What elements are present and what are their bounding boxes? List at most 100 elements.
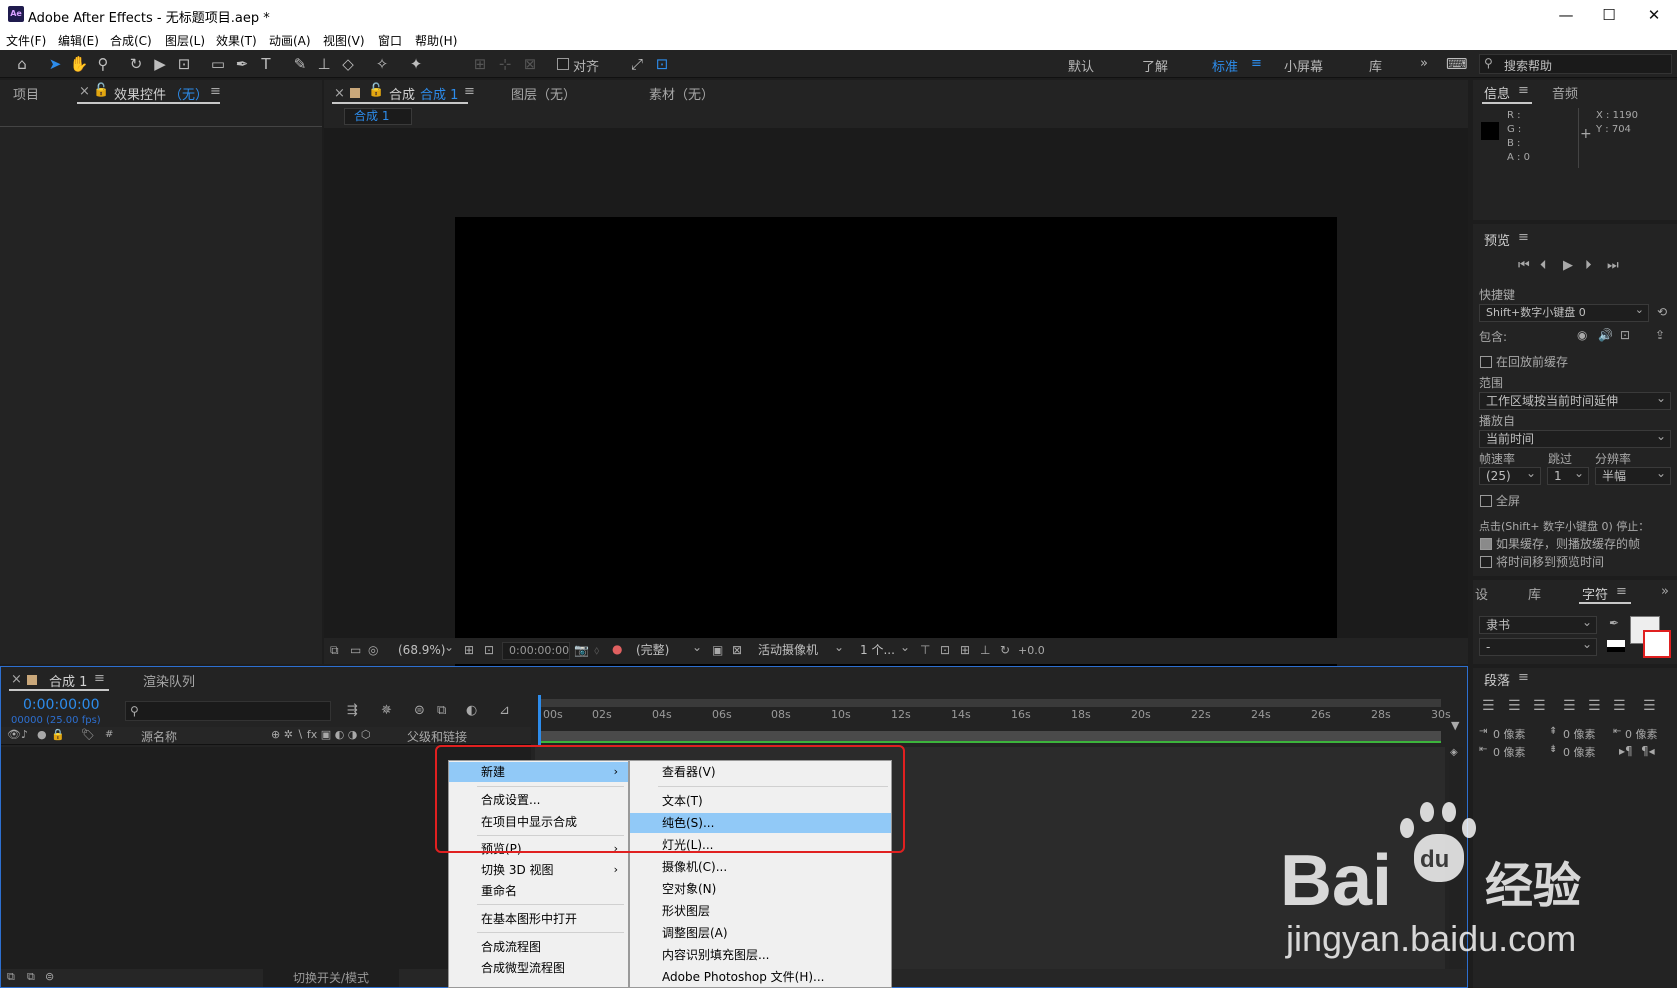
panel-menu-icon[interactable]: ≡ <box>94 671 105 686</box>
justify-left-icon[interactable]: ☰ <box>1563 698 1576 714</box>
graph-toggle-icon[interactable]: ◈ <box>1450 747 1458 758</box>
tab-render-queue[interactable]: 渲染队列 <box>143 671 195 690</box>
search-help-box[interactable]: ⚲ 搜索帮助 <box>1479 54 1672 74</box>
draft-3d-icon[interactable]: ✵ <box>381 703 392 718</box>
menu-new-null[interactable]: 空对象(N) <box>630 879 891 899</box>
monitor-icon[interactable]: ▭ <box>350 643 361 657</box>
align-right-icon[interactable]: ☰ <box>1533 698 1546 714</box>
menu-help[interactable]: 帮助(H) <box>415 32 457 49</box>
menu-edit[interactable]: 编辑(E) <box>58 32 99 49</box>
workspace-default[interactable]: 默认 <box>1068 56 1094 75</box>
justify-all-icon[interactable]: ☰ <box>1643 698 1656 714</box>
workspace-standard[interactable]: 标准 <box>1212 56 1238 75</box>
swap-color-icon[interactable] <box>1607 640 1625 652</box>
3d-view-icon[interactable]: ⊠ <box>732 643 742 657</box>
snap-icon[interactable]: ⤢ <box>627 54 647 74</box>
transparency-grid-icon[interactable]: ▣ <box>712 643 723 657</box>
panel-menu-icon[interactable]: ≡ <box>1518 670 1529 685</box>
type-tool-icon[interactable]: T <box>256 54 276 74</box>
comp-mini-flowchart-icon[interactable]: ⇶ <box>347 703 358 718</box>
snapshot-icon[interactable]: 📷 <box>574 643 589 657</box>
export-icon[interactable]: ⇪ <box>1655 328 1665 342</box>
justify-center-icon[interactable]: ☰ <box>1588 698 1601 714</box>
menu-new-shape-layer[interactable]: 形状图层 <box>630 901 891 921</box>
stroke-color-swatch[interactable] <box>1643 630 1671 658</box>
fps-dropdown[interactable]: (25) <box>1479 465 1541 485</box>
clone-stamp-icon[interactable]: ⊥ <box>314 54 334 74</box>
align-left-icon[interactable]: ☰ <box>1482 698 1495 714</box>
motion-blur-icon[interactable]: ◐ <box>466 703 477 718</box>
current-time-field[interactable]: 0:00:00:00 <box>502 642 570 660</box>
menu-composition[interactable]: 合成(C) <box>110 32 152 49</box>
layer-switches-icon[interactable]: ⧉ <box>7 970 15 984</box>
current-timecode[interactable]: 0:00:00:00 <box>23 697 100 713</box>
fast-preview-icon[interactable]: ⊡ <box>940 643 950 657</box>
eyedropper-icon[interactable]: ✒ <box>1609 616 1619 630</box>
work-area-bar[interactable] <box>539 699 1441 707</box>
first-frame-icon[interactable]: ⏮ <box>1518 258 1530 273</box>
current-time-indicator[interactable] <box>538 695 541 745</box>
indent-left-value[interactable]: 0 像素 <box>1493 726 1526 742</box>
viewer-area[interactable] <box>324 128 1468 713</box>
time-ruler[interactable] <box>535 697 1445 745</box>
keyboard-icon[interactable]: ⌨ <box>1446 54 1468 74</box>
layer-search-input[interactable]: ⚲ <box>125 701 331 721</box>
tab-character[interactable]: 字符 <box>1582 584 1608 603</box>
tab-libraries[interactable]: 库 <box>1528 584 1541 603</box>
views-dropdown[interactable]: 1 个... <box>854 639 914 660</box>
comp-name[interactable]: 合成 1 <box>420 84 458 103</box>
menu-comp-flowchart[interactable]: 合成流程图 <box>449 937 628 957</box>
tab-info[interactable]: 信息 <box>1484 83 1510 102</box>
frame-blending-icon[interactable]: ⧉ <box>437 703 446 718</box>
skip-dropdown[interactable]: 1 <box>1547 465 1589 485</box>
menu-view[interactable]: 视图(V) <box>323 32 365 49</box>
menu-new-content-aware-fill[interactable]: 内容识别填充图层... <box>630 945 891 965</box>
tab-layer[interactable]: 图层（无） <box>511 84 576 103</box>
audio-include-icon[interactable]: 🔊 <box>1598 328 1613 342</box>
camera-tool-icon[interactable]: ▶ <box>150 54 170 74</box>
transfer-controls-icon[interactable]: ⧉ <box>27 970 35 984</box>
region-icon[interactable]: ⊡ <box>484 643 494 657</box>
font-dropdown[interactable]: 隶书 <box>1479 614 1597 634</box>
parent-link-header[interactable]: 父级和链接 <box>407 728 467 745</box>
hand-tool-icon[interactable]: ✋ <box>69 54 89 74</box>
tab-composition[interactable]: 合成 <box>389 84 415 103</box>
indent-first-value[interactable]: 0 像素 <box>1625 726 1658 742</box>
space-before-value[interactable]: 0 像素 <box>1563 726 1596 742</box>
close-tab-icon[interactable]: × <box>79 84 90 99</box>
minimize-button[interactable]: — <box>1543 0 1589 30</box>
rtl-icon[interactable]: ¶◂ <box>1641 744 1655 758</box>
prev-frame-icon[interactable]: ⏴ <box>1540 258 1547 273</box>
panel-menu-icon[interactable]: ≡ <box>464 84 475 99</box>
ltr-icon[interactable]: ▸¶ <box>1619 744 1633 758</box>
menu-new-adjustment-layer[interactable]: 调整图层(A) <box>630 923 891 943</box>
menu-new-photoshop-file[interactable]: Adobe Photoshop 文件(H)... <box>630 967 891 987</box>
menu-layer[interactable]: 图层(L) <box>165 32 205 49</box>
play-from-dropdown[interactable]: 当前时间 <box>1479 428 1671 448</box>
close-tab-icon[interactable]: × <box>334 86 345 101</box>
snap-grid-icon[interactable]: ⊡ <box>652 54 672 74</box>
workspace-libraries[interactable]: 库 <box>1369 56 1382 75</box>
reset-icon[interactable]: ⟲ <box>1657 305 1667 319</box>
tab-settings[interactable]: 设 <box>1475 584 1488 603</box>
tab-project[interactable]: 项目 <box>13 84 39 103</box>
font-style-dropdown[interactable]: - <box>1479 636 1597 656</box>
stretch-icon[interactable]: ⊜ <box>45 970 54 983</box>
lock-icon[interactable]: 🔓 <box>93 83 109 98</box>
timeline-icon[interactable]: ⊞ <box>960 643 970 657</box>
tab-footage[interactable]: 素材（无） <box>649 84 714 103</box>
tab-effect-controls[interactable]: 效果控件 <box>114 84 166 103</box>
justify-right-icon[interactable]: ☰ <box>1613 698 1626 714</box>
menu-rename[interactable]: 重命名 <box>449 881 628 901</box>
range-dropdown[interactable]: 工作区域按当前时间延伸 <box>1479 390 1671 410</box>
maximize-button[interactable]: ☐ <box>1586 0 1632 30</box>
brush-tool-icon[interactable]: ✎ <box>290 54 310 74</box>
reset-exposure-icon[interactable]: ↻ <box>1000 643 1010 657</box>
panel-menu-icon[interactable]: ≡ <box>1518 83 1529 98</box>
menu-open-essential-graphics[interactable]: 在基本图形中打开 <box>449 909 628 929</box>
move-time-checkbox[interactable] <box>1480 556 1492 568</box>
more-panels-icon[interactable]: » <box>1661 584 1669 599</box>
toggle-pixel-icon[interactable]: ⊤ <box>920 643 930 657</box>
eraser-tool-icon[interactable]: ◇ <box>338 54 358 74</box>
align-checkbox[interactable] <box>557 58 569 70</box>
